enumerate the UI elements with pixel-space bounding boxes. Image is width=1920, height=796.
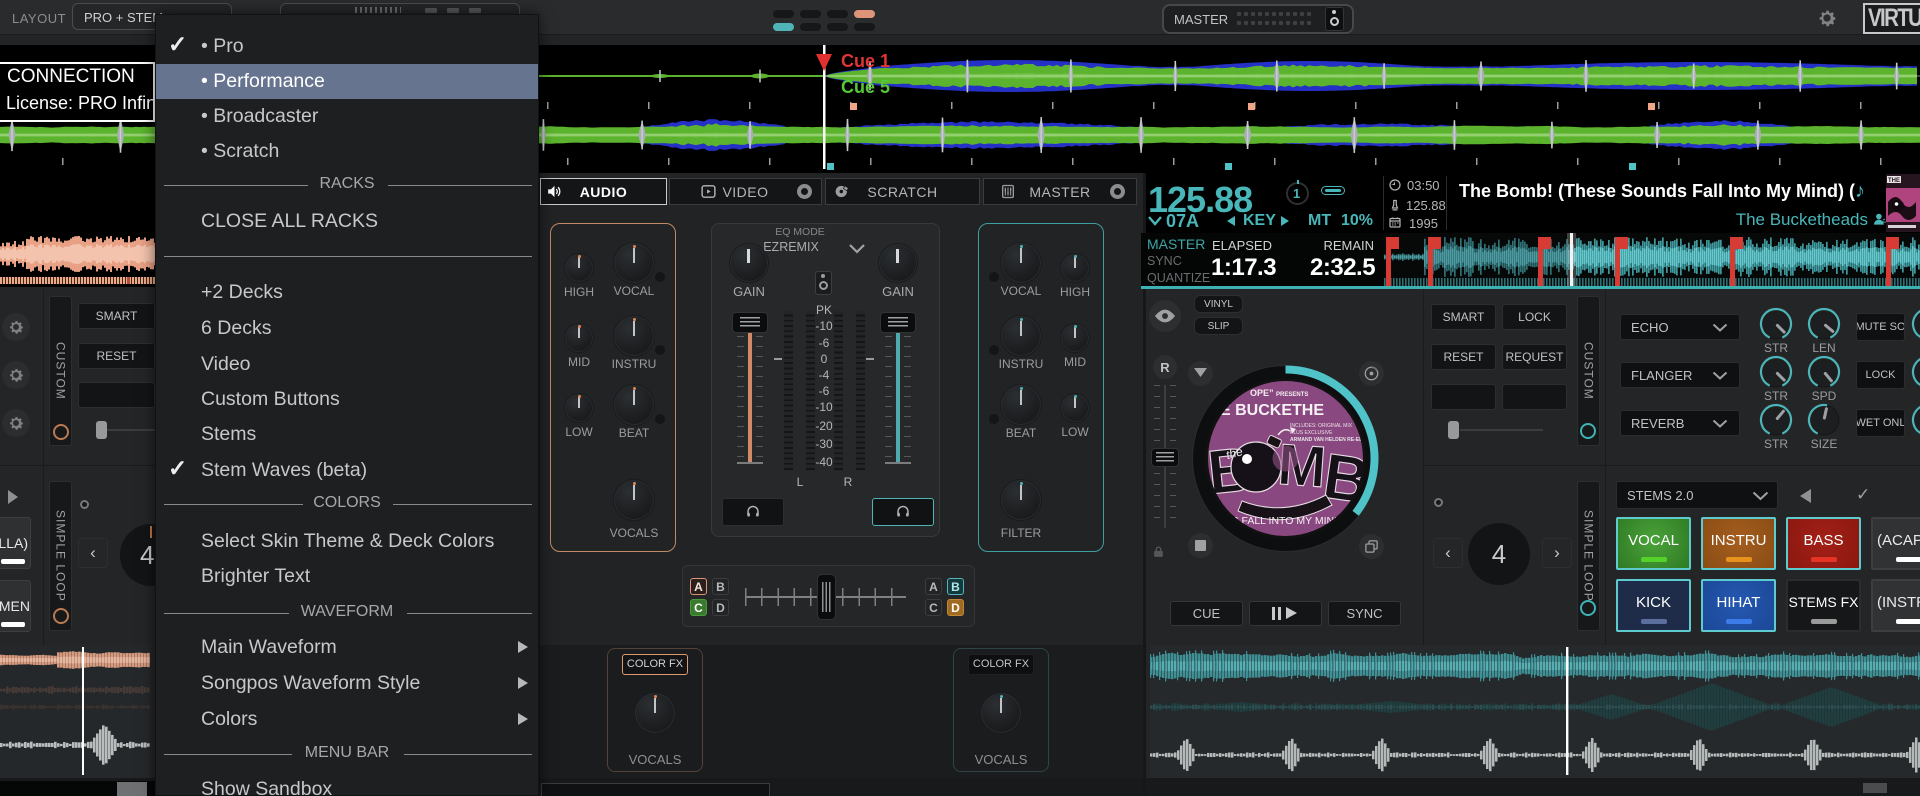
svg-text:Cue 1: Cue 1: [841, 51, 890, 71]
svg-text:THE: THE: [1888, 178, 1900, 184]
svg-text:INCLUDES: ORIGINAL MIX: INCLUDES: ORIGINAL MIX: [1290, 423, 1353, 429]
svg-text:Cue 5: Cue 5: [841, 77, 890, 97]
svg-text:E BUCKETHE: E BUCKETHE: [1220, 402, 1324, 419]
